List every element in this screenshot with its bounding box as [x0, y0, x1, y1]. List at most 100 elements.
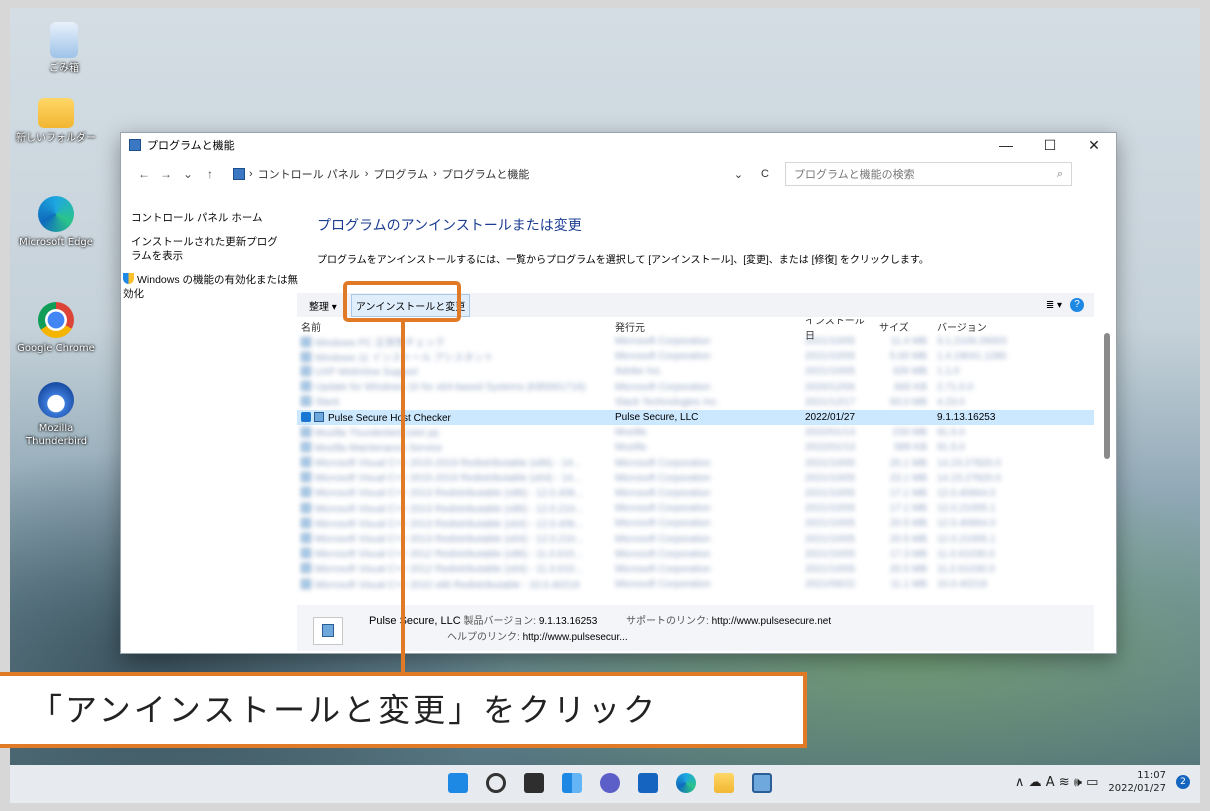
- refresh-button[interactable]: C: [761, 168, 769, 180]
- program-name: Microsoft Visual C++ 2013 Redistributabl…: [315, 518, 584, 530]
- cell-version: 12.0.21005.1: [937, 503, 996, 515]
- page-description: プログラムをアンインストールするには、一覧からプログラムを選択して [アンインス…: [317, 255, 929, 266]
- desktop-icon-chrome[interactable]: Google Chrome: [14, 302, 98, 355]
- task-view-icon[interactable]: [524, 773, 544, 793]
- cell-publisher: Microsoft Corporation: [615, 579, 711, 591]
- program-name: Pulse Secure Host Checker: [328, 412, 451, 424]
- desktop-icon-new-folder[interactable]: 新しいフォルダー: [14, 98, 98, 145]
- program-name: Microsoft Visual C++ 2015-2019 Redistrib…: [315, 458, 582, 470]
- cell-name: Microsoft Visual C++ 2015-2019 Redistrib…: [297, 472, 615, 484]
- program-name: Update for Windows 10 for x64-based Syst…: [315, 382, 586, 394]
- minimize-button[interactable]: —: [984, 137, 1028, 154]
- widgets-icon[interactable]: [562, 773, 582, 793]
- table-row[interactable]: UXP WebView Support Adobe Inc. 2021/10/05 3…: [297, 364, 1094, 379]
- details-support-link[interactable]: http://www.pulsesecure.net: [712, 616, 832, 627]
- list-scrollbar[interactable]: [1104, 333, 1110, 459]
- nav-windows-features: Windows の機能の有効化または無効化: [123, 274, 299, 300]
- edge-taskbar-icon[interactable]: [676, 773, 696, 793]
- close-button[interactable]: ✕: [1072, 137, 1116, 154]
- cell-publisher: Slack Technologies Inc.: [615, 396, 720, 408]
- column-size[interactable]: サイズ: [873, 319, 933, 334]
- program-icon: [314, 411, 324, 422]
- system-tray-icons[interactable]: ∧ ☁ A ≋ 🕪 ▭: [1015, 775, 1098, 790]
- help-icon[interactable]: ?: [1070, 298, 1084, 312]
- cell-date: 2022/01/13: [805, 427, 856, 439]
- up-button[interactable]: ↑: [199, 167, 221, 181]
- table-row[interactable]: Microsoft Visual C++ 2013 Redistributabl…: [297, 486, 1094, 501]
- table-row[interactable]: Microsoft Visual C++ 2012 Redistributabl…: [297, 547, 1094, 562]
- breadcrumb-programs[interactable]: プログラム: [373, 166, 428, 182]
- address-bar[interactable]: › コントロール パネル › プログラム › プログラムと機能 ⌄ C: [227, 162, 775, 186]
- column-publisher[interactable]: 発行元: [615, 319, 805, 334]
- cell-date: 2021/10/05: [805, 548, 856, 560]
- mail-icon[interactable]: [638, 773, 658, 793]
- checkbox-icon[interactable]: [301, 411, 311, 422]
- table-row[interactable]: Microsoft Visual C++ 2012 Redistributabl…: [297, 562, 1094, 577]
- cell-version: 1.4.19041.1285: [937, 351, 1007, 363]
- table-row[interactable]: Microsoft Visual C++ 2015-2019 Redistrib…: [297, 456, 1094, 471]
- start-icon[interactable]: [448, 773, 468, 793]
- nav-control-panel-home[interactable]: コントロール パネル ホーム: [131, 211, 301, 225]
- back-button[interactable]: ←: [133, 167, 155, 181]
- table-row[interactable]: Mozilla Maintenance Service Mozilla 2022/0…: [297, 440, 1094, 455]
- page-title: プログラムのアンインストールまたは変更: [317, 217, 582, 233]
- table-row[interactable]: Microsoft Visual C++ 2010 x86 Redistribu…: [297, 577, 1094, 592]
- address-row: ← → ⌄ ↑ › コントロール パネル › プログラム › プログラムと機能 …: [121, 157, 1116, 191]
- table-row[interactable]: Windows 11 インストール アシスタントMicrosoft Corpor…: [297, 349, 1094, 364]
- program-icon: [313, 617, 343, 645]
- recent-locations-button[interactable]: ⌄: [177, 167, 199, 181]
- search-icon[interactable]: [486, 773, 506, 793]
- nav-installed-updates[interactable]: インストールされた更新プログラムを表示: [131, 235, 281, 263]
- table-row[interactable]: Microsoft Visual C++ 2013 Redistributabl…: [297, 501, 1094, 516]
- address-dropdown-button[interactable]: ⌄: [734, 168, 743, 181]
- cell-size: 20.5 MB: [889, 563, 927, 575]
- table-row[interactable]: Microsoft Visual C++ 2015-2019 Redistrib…: [297, 471, 1094, 486]
- cell-size: 93.0 MB: [889, 396, 927, 408]
- table-row[interactable]: Pulse Secure Host Checker Pulse Secure, L…: [297, 409, 1094, 426]
- nav-windows-features-item[interactable]: Windows の機能の有効化または無効化: [123, 273, 301, 301]
- table-row[interactable]: Slack Slack Technologies Inc. 2021/12/17 93…: [297, 395, 1094, 410]
- forward-button[interactable]: →: [155, 167, 177, 181]
- program-name: Microsoft Visual C++ 2010 x86 Redistribu…: [315, 579, 580, 591]
- details-support-label: サポートのリンク:: [626, 616, 709, 627]
- details-help-link[interactable]: http://www.pulsesecur...: [523, 632, 628, 643]
- view-options-button[interactable]: ≣ ▾: [1046, 300, 1062, 311]
- file-explorer-icon[interactable]: [714, 773, 734, 793]
- details-version: 9.1.13.16253: [538, 616, 598, 627]
- breadcrumb-programs-and-features[interactable]: プログラムと機能: [442, 166, 530, 182]
- control-panel-taskbar-icon[interactable]: [752, 773, 772, 793]
- cell-size: 20.1 MB: [889, 457, 927, 469]
- cell-publisher: Microsoft Corporation: [615, 457, 711, 469]
- program-icon: [301, 396, 311, 407]
- desktop-icon-thunderbird[interactable]: Mozilla Thunderbird: [14, 382, 98, 448]
- cell-size: 20.5 MB: [889, 518, 927, 530]
- table-row[interactable]: Microsoft Visual C++ 2013 Redistributabl…: [297, 531, 1094, 546]
- maximize-button[interactable]: ☐: [1028, 137, 1072, 154]
- cell-version: 2.71.0.0: [937, 381, 974, 393]
- cell-publisher: Mozilla: [615, 442, 647, 454]
- column-version[interactable]: バージョン: [933, 319, 1053, 334]
- desktop-icon-recycle-bin[interactable]: ごみ箱: [22, 22, 106, 75]
- cell-size: 23.1 MB: [889, 472, 927, 484]
- table-row[interactable]: Update for Windows 10 for x64-based Syst…: [297, 380, 1094, 395]
- cell-publisher: Microsoft Corporation: [615, 472, 711, 484]
- cell-date: 2020/12/06: [805, 381, 856, 393]
- desktop-icon-edge[interactable]: Microsoft Edge: [14, 196, 98, 249]
- chat-icon[interactable]: [600, 773, 620, 793]
- clock[interactable]: 11:07 2022/01/27: [1108, 769, 1166, 795]
- cell-name: Pulse Secure Host Checker: [297, 411, 615, 424]
- cell-version: 91.5.0: [937, 427, 965, 439]
- table-row[interactable]: Mozilla Thunderbird (x64 ja) Mozilla 2022/…: [297, 425, 1094, 440]
- cell-publisher: Microsoft Corporation: [615, 487, 711, 499]
- program-icon: [301, 457, 311, 468]
- notification-badge[interactable]: 2: [1176, 775, 1190, 789]
- cell-date: 2021/09/22: [805, 579, 856, 591]
- organize-button[interactable]: 整理 ▾: [309, 298, 337, 313]
- table-row[interactable]: Microsoft Visual C++ 2013 Redistributabl…: [297, 516, 1094, 531]
- desktop-icon-label: Microsoft Edge: [19, 237, 93, 248]
- cell-size: 17.1 MB: [889, 487, 927, 499]
- cell-publisher: Mozilla: [615, 427, 647, 439]
- breadcrumb-control-panel[interactable]: コントロール パネル: [258, 166, 360, 182]
- table-row[interactable]: Windows PC 正常性チェック Microsoft Corporation 2…: [297, 334, 1094, 349]
- search-input[interactable]: プログラムと機能の検索 ⌕: [785, 162, 1072, 186]
